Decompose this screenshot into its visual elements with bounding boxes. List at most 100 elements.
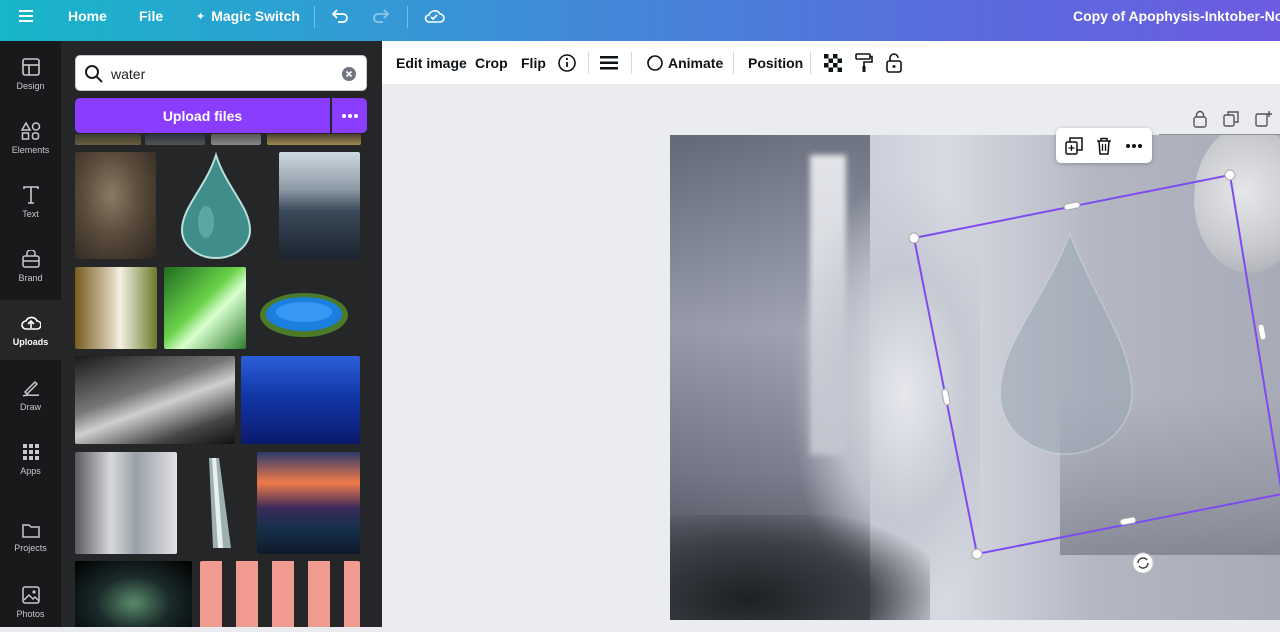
lock-page-icon[interactable] xyxy=(1192,110,1208,128)
rail-item-elements[interactable]: Elements xyxy=(0,108,61,168)
duplicate-page-icon[interactable] xyxy=(1223,111,1239,127)
cloud-check-icon xyxy=(424,10,445,23)
animate-icon xyxy=(647,54,663,71)
uploads-panel: water Upload files xyxy=(61,41,382,627)
pond-image xyxy=(260,293,348,337)
rail-item-brand[interactable]: Brand xyxy=(0,236,61,296)
left-rail: Design Elements Text Brand Uploads Draw … xyxy=(0,41,61,627)
rail-item-text[interactable]: Text xyxy=(0,172,61,232)
redo-button[interactable] xyxy=(371,0,391,32)
transparency-button[interactable] xyxy=(824,41,842,84)
upload-thumbnail[interactable] xyxy=(257,452,360,554)
rail-item-apps[interactable]: Apps xyxy=(0,429,61,489)
upload-thumbnail[interactable] xyxy=(200,561,360,627)
info-icon xyxy=(558,53,576,72)
rail-item-draw[interactable]: Draw xyxy=(0,365,61,425)
upload-thumbnail[interactable] xyxy=(241,356,360,444)
search-input[interactable]: water xyxy=(75,55,367,91)
resize-handle-n[interactable] xyxy=(1063,201,1081,211)
draw-icon xyxy=(22,380,39,397)
rail-label: Apps xyxy=(20,465,41,476)
position-button[interactable]: Position xyxy=(748,41,803,84)
upload-files-button[interactable]: Upload files xyxy=(75,98,330,133)
divider xyxy=(588,52,589,74)
upload-thumbnail[interactable] xyxy=(75,152,156,259)
upload-thumbnail[interactable] xyxy=(75,134,141,145)
canvas-area xyxy=(382,84,1280,627)
upload-thumbnail[interactable] xyxy=(191,452,237,554)
crop-button[interactable]: Crop xyxy=(475,41,508,84)
magic-switch-button[interactable]: ✦ Magic Switch xyxy=(196,0,300,32)
context-toolbar: Edit image Crop Flip Animate Position xyxy=(382,41,1280,84)
upload-thumbnail[interactable] xyxy=(75,452,177,554)
file-menu-button[interactable]: File xyxy=(139,0,163,32)
lock-button[interactable] xyxy=(885,41,903,84)
rotate-handle[interactable] xyxy=(1132,552,1154,574)
arrange-button[interactable] xyxy=(600,41,618,84)
home-button[interactable]: Home xyxy=(68,0,107,32)
divider xyxy=(631,52,632,74)
sparkle-icon: ✦ xyxy=(196,10,206,23)
rail-label: Draw xyxy=(19,401,41,412)
document-title[interactable]: Copy of Apophysis-Inktober-No23 xyxy=(1073,0,1280,32)
rail-label: Projects xyxy=(14,542,47,553)
rail-label: Brand xyxy=(18,272,43,283)
add-page-icon[interactable] xyxy=(1255,110,1273,128)
unlock-icon xyxy=(886,52,902,73)
upload-thumbnail[interactable] xyxy=(267,134,361,145)
rail-item-design[interactable]: Design xyxy=(0,44,61,104)
trash-icon[interactable] xyxy=(1095,137,1113,155)
selected-drop-element[interactable] xyxy=(892,154,1280,574)
more-icon xyxy=(341,113,358,118)
upload-more-button[interactable] xyxy=(332,98,367,133)
divider xyxy=(407,6,408,28)
redo-icon xyxy=(373,9,390,23)
search-query: water xyxy=(111,66,146,82)
undo-button[interactable] xyxy=(330,0,350,32)
upload-thumbnail[interactable] xyxy=(211,134,261,145)
animate-button[interactable]: Animate xyxy=(645,41,723,84)
divider xyxy=(314,6,315,28)
waterfall-image xyxy=(209,458,231,548)
cloud-save-status[interactable] xyxy=(423,0,445,32)
info-button[interactable] xyxy=(557,41,577,84)
upload-thumbnail[interactable] xyxy=(75,356,235,444)
elements-icon xyxy=(20,121,40,140)
lines-icon xyxy=(600,55,618,69)
brand-icon xyxy=(21,249,40,268)
more-icon[interactable] xyxy=(1125,143,1143,149)
clear-search-icon[interactable] xyxy=(341,66,357,82)
upload-thumbnail[interactable] xyxy=(75,561,192,627)
magic-switch-label: Magic Switch xyxy=(211,8,300,24)
paint-roller-icon xyxy=(855,52,873,72)
resize-handle-nw[interactable] xyxy=(908,232,920,244)
rail-item-projects[interactable]: Projects xyxy=(0,507,61,567)
rail-item-photos[interactable]: Photos xyxy=(0,572,61,632)
upload-thumbnail[interactable] xyxy=(164,267,246,349)
divider xyxy=(810,52,811,74)
upload-thumbnail[interactable] xyxy=(256,267,351,349)
edit-image-button[interactable]: Edit image xyxy=(396,41,467,84)
element-quick-menu xyxy=(1056,128,1152,163)
menu-button[interactable] xyxy=(18,0,36,32)
upload-thumbnail[interactable] xyxy=(279,152,360,259)
resize-handle-ne[interactable] xyxy=(1224,169,1236,181)
transparency-icon xyxy=(824,53,842,72)
rail-label: Elements xyxy=(11,144,50,155)
rail-item-uploads[interactable]: Uploads xyxy=(0,300,61,360)
resize-handle-sw[interactable] xyxy=(971,548,983,560)
upload-thumbnail[interactable] xyxy=(164,152,270,259)
copy-style-button[interactable] xyxy=(855,41,873,84)
design-icon xyxy=(21,57,40,76)
photos-icon xyxy=(21,585,40,604)
resize-handle-e[interactable] xyxy=(1257,323,1267,341)
upload-thumbnail[interactable] xyxy=(145,134,205,145)
water-drop-shape xyxy=(999,231,1133,455)
resize-handle-w[interactable] xyxy=(941,388,951,406)
flip-button[interactable]: Flip xyxy=(521,41,546,84)
upload-thumbnail[interactable] xyxy=(75,267,157,349)
dark-trees xyxy=(670,515,930,620)
divider xyxy=(733,52,734,74)
duplicate-icon[interactable] xyxy=(1065,137,1083,155)
rail-label: Uploads xyxy=(12,336,49,347)
